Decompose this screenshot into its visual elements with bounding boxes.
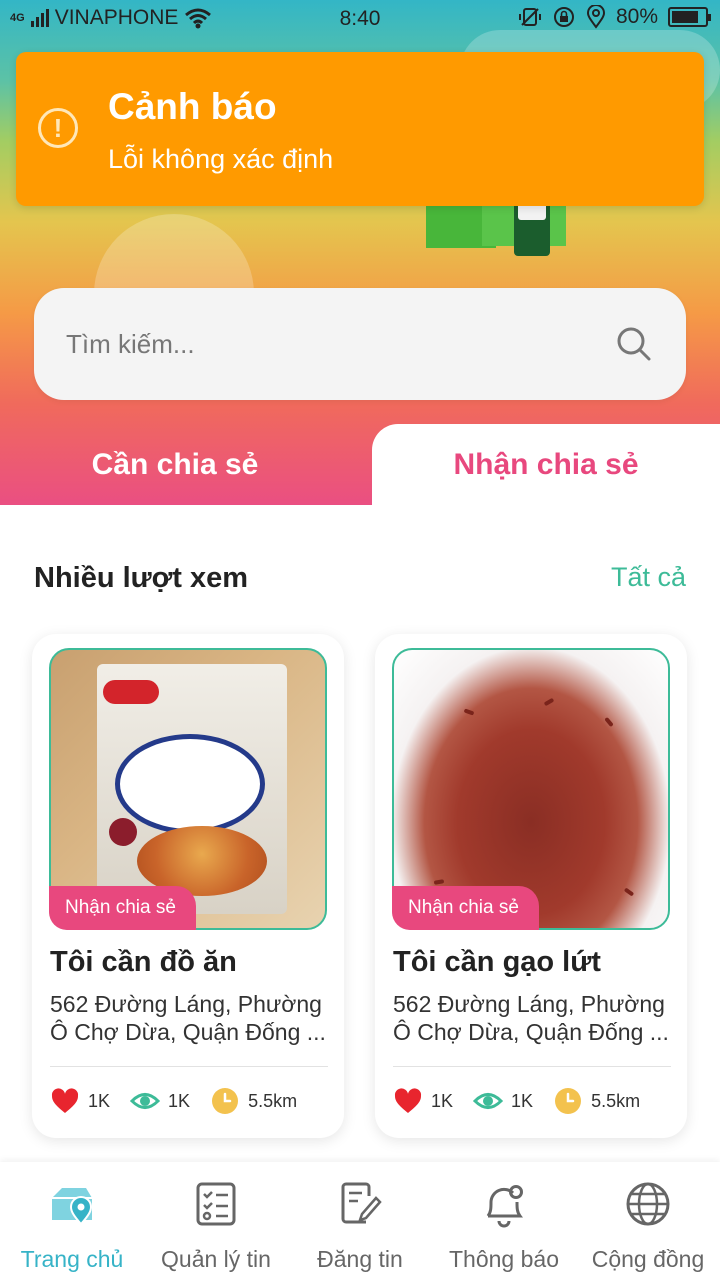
view-count: 1K — [511, 1090, 534, 1111]
toast-title: Cảnh báo — [108, 86, 277, 127]
nav-label: Thông báo — [449, 1246, 559, 1272]
post-card[interactable]: Nhận chia sẻ Tôi cần gạo lứt 562 Đường L… — [375, 634, 687, 1138]
tab-can-chia-se[interactable]: Cần chia sẻ — [0, 424, 350, 505]
post-address-line2: Ô Chợ Dừa, Quận Đống ... — [393, 1019, 669, 1045]
bell-icon — [486, 1185, 523, 1228]
warning-toast[interactable]: ! Cảnh báo Lỗi không xác định — [16, 52, 704, 206]
clock-icon — [212, 1088, 239, 1114]
home-pin-icon — [52, 1188, 93, 1226]
signal-icon — [30, 9, 49, 27]
nav-label: Đăng tin — [317, 1246, 403, 1272]
like-count: 1K — [431, 1090, 454, 1111]
divider — [50, 1066, 328, 1067]
checklist-icon — [196, 1182, 236, 1226]
post-address-line1: 562 Đường Láng, Phường — [393, 991, 665, 1017]
status-bar: 4G VINAPHONE 8:40 80% — [0, 0, 720, 36]
post-address-line2: Ô Chợ Dừa, Quận Đống ... — [50, 1019, 326, 1045]
post-stats: 1K 1K 5.5km — [393, 1086, 652, 1116]
location-icon — [586, 5, 605, 29]
heart-icon[interactable] — [50, 1086, 80, 1116]
battery-icon — [668, 7, 711, 27]
section-title: Nhiều lượt xem — [34, 562, 249, 594]
rotation-lock-icon — [553, 7, 574, 27]
status-badge: Nhận chia sẻ — [392, 886, 539, 930]
heart-icon[interactable] — [393, 1086, 423, 1116]
view-all-link[interactable]: Tất cả — [611, 562, 686, 593]
nav-create-post[interactable]: Đăng tin — [288, 1162, 432, 1280]
nav-home[interactable]: Trang chủ — [0, 1162, 144, 1280]
warning-icon: ! — [38, 108, 78, 148]
toast-message: Lỗi không xác định — [108, 144, 334, 174]
distance: 5.5km — [248, 1090, 298, 1111]
search-bar[interactable] — [34, 288, 686, 400]
nav-community[interactable]: Cộng đồng — [576, 1162, 720, 1280]
nav-label: Quản lý tin — [161, 1246, 271, 1272]
search-input[interactable] — [66, 288, 606, 400]
view-count: 1K — [168, 1090, 191, 1111]
edit-document-icon — [341, 1182, 382, 1224]
battery-percent: 80% — [615, 5, 658, 28]
bottom-nav: Trang chủ Quản lý tin Đăng tin Thông báo — [0, 1162, 720, 1280]
globe-icon — [626, 1182, 670, 1226]
nav-label: Cộng đồng — [591, 1246, 705, 1272]
eye-icon — [130, 1093, 161, 1109]
search-icon[interactable] — [616, 326, 652, 362]
eye-icon — [473, 1093, 504, 1109]
network-type: 4G — [10, 12, 25, 24]
post-stats: 1K 1K 5.5km — [50, 1086, 309, 1116]
like-count: 1K — [88, 1090, 111, 1111]
clock-icon — [555, 1088, 582, 1114]
nav-manage-posts[interactable]: Quản lý tin — [144, 1162, 288, 1280]
status-badge: Nhận chia sẻ — [49, 886, 196, 930]
vibrate-icon — [518, 8, 541, 26]
distance: 5.5km — [591, 1090, 641, 1111]
post-address-line1: 562 Đường Láng, Phường — [50, 991, 322, 1017]
nav-notifications[interactable]: Thông báo — [432, 1162, 576, 1280]
post-title: Tôi cần đồ ăn — [50, 946, 237, 978]
carrier-name: VINAPHONE — [54, 6, 179, 29]
tab-nhan-chia-se[interactable]: Nhận chia sẻ — [372, 424, 720, 505]
post-card[interactable]: Nhận chia sẻ Tôi cần đồ ăn 562 Đường Lán… — [32, 634, 344, 1138]
nav-label: Trang chủ — [20, 1246, 124, 1272]
post-title: Tôi cần gạo lứt — [393, 946, 601, 978]
divider — [393, 1066, 671, 1067]
wifi-icon — [185, 8, 212, 29]
